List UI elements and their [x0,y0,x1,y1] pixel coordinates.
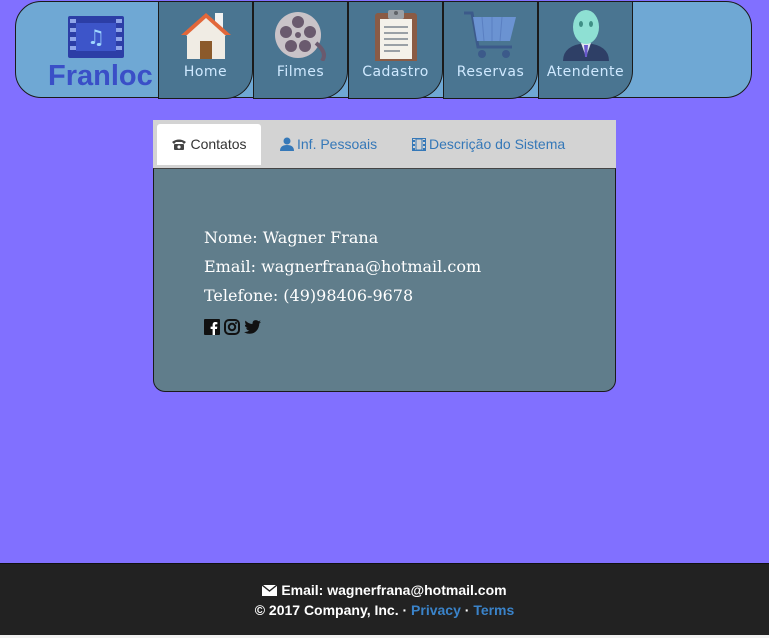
franloc-logo[interactable]: ♫ Franloc [44,12,153,92]
footer-copyright-line: © 2017 Company, Inc. · Privacy · Terms [0,602,769,618]
nav-filmes-label: Filmes [276,64,325,80]
film-music-icon: ♫ [68,16,124,58]
user-icon [280,126,294,166]
privacy-link[interactable]: Privacy [411,602,461,618]
nav-home[interactable]: Home [158,2,253,99]
tab-inf-pessoais[interactable]: Inf. Pessoais [280,124,377,164]
instagram-icon[interactable] [224,319,240,340]
twitter-icon[interactable] [244,320,261,339]
phone-icon [171,126,187,166]
tab-descricao-sistema[interactable]: Descrição do Sistema [412,124,565,164]
footer-copyright: © 2017 Company, Inc. · [254,602,412,618]
tab-contatos[interactable]: Contatos [157,124,261,165]
tab-descricao-sistema-label: Descrição do Sistema [429,136,566,152]
nav-atendente-label: Atendente [546,64,625,80]
nav-reservas[interactable]: Reservas [443,2,538,99]
nav-cadastro[interactable]: Cadastro [348,2,443,99]
terms-link[interactable]: Terms [473,602,514,618]
shopping-cart-icon [464,11,516,58]
film-reel-icon [275,12,326,61]
home-icon [181,13,231,59]
social-links [204,319,265,337]
tab-bar: Contatos Inf. Pessoais Descrição do Sist… [153,120,616,168]
page: ♫ Franloc Home Filmes Cadastro Reservas … [0,0,769,638]
nav-reservas-label: Reservas [456,64,525,80]
nav-filmes[interactable]: Filmes [253,2,348,99]
nav-atendente[interactable]: Atendente [538,2,633,99]
nav-cadastro-label: Cadastro [362,64,429,80]
attendant-icon [563,10,609,61]
tab-contatos-label: Contatos [190,136,247,152]
site-footer: Email: wagnerfrana@hotmail.com © 2017 Co… [0,563,769,636]
envelope-icon [261,582,281,598]
footer-email: Email: wagnerfrana@hotmail.com [281,582,507,598]
film-icon [412,126,426,166]
nav-home-label: Home [183,64,228,80]
contact-email: Email: wagnerfrana@hotmail.com [204,257,482,276]
contact-info: Nome: Wagner Frana Email: wagnerfrana@ho… [204,227,481,314]
clipboard-icon [375,10,417,61]
footer-separator: · [460,602,474,618]
tab-inf-pessoais-label: Inf. Pessoais [297,136,378,152]
contact-name: Nome: Wagner Frana [204,228,379,247]
footer-email-line: Email: wagnerfrana@hotmail.com [0,582,769,598]
facebook-icon[interactable] [204,319,220,340]
logo-text: Franloc [48,60,153,92]
contact-panel: Nome: Wagner Frana Email: wagnerfrana@ho… [153,168,616,392]
site-header: ♫ Franloc Home Filmes Cadastro Reservas … [15,1,752,99]
contact-phone: Telefone: (49)98406-9678 [204,286,414,305]
